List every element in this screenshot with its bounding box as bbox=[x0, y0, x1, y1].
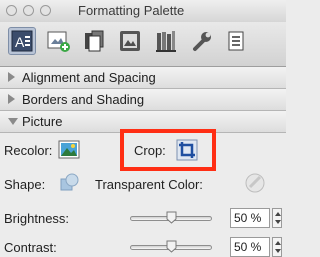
library-icon bbox=[156, 31, 176, 52]
recolor-dropdown[interactable] bbox=[84, 141, 94, 163]
wrench-tab[interactable] bbox=[189, 28, 215, 54]
close-button[interactable] bbox=[6, 5, 17, 16]
section-alignment-spacing[interactable]: Alignment and Spacing bbox=[0, 67, 286, 89]
brightness-stepper[interactable] bbox=[272, 208, 282, 228]
transparent-color-icon bbox=[245, 173, 265, 193]
title-bar: Formatting Palette bbox=[0, 0, 286, 23]
shape-button[interactable] bbox=[58, 172, 80, 194]
shape-icon bbox=[60, 173, 79, 191]
section-label: Borders and Shading bbox=[22, 92, 145, 107]
text-style-icon: A bbox=[11, 30, 33, 52]
library-tab[interactable] bbox=[153, 28, 179, 54]
image-frame-tab[interactable] bbox=[117, 28, 143, 54]
document-pages-tab[interactable] bbox=[81, 28, 107, 54]
minimize-button[interactable] bbox=[23, 5, 34, 16]
recolor-button[interactable] bbox=[58, 139, 80, 161]
disclosure-triangle-icon bbox=[8, 72, 15, 82]
disclosure-triangle-icon bbox=[8, 94, 15, 104]
brightness-label: Brightness: bbox=[4, 211, 70, 226]
transparent-color-label: Transparent Color: bbox=[95, 177, 203, 192]
text-style-tab[interactable]: A bbox=[8, 27, 36, 55]
transparent-color-button[interactable] bbox=[244, 172, 266, 194]
add-object-tab[interactable] bbox=[45, 28, 71, 54]
brightness-value-field[interactable]: 50 % bbox=[230, 208, 270, 228]
add-object-icon bbox=[47, 31, 70, 52]
recolor-label: Recolor: bbox=[4, 143, 53, 158]
recolor-icon bbox=[58, 140, 80, 159]
document-pages-icon bbox=[85, 30, 104, 52]
contrast-stepper[interactable] bbox=[272, 237, 282, 257]
palette-toolbar: A bbox=[0, 22, 286, 67]
wrench-icon bbox=[193, 32, 211, 51]
documents-icon bbox=[228, 31, 244, 51]
window-title: Formatting Palette bbox=[78, 3, 185, 18]
shape-label: Shape: bbox=[4, 177, 46, 192]
crop-highlight-box bbox=[120, 129, 216, 171]
section-borders-shading[interactable]: Borders and Shading bbox=[0, 89, 286, 111]
section-label: Picture bbox=[22, 114, 63, 129]
contrast-value-field[interactable]: 50 % bbox=[230, 237, 270, 257]
svg-text:A: A bbox=[15, 34, 25, 50]
section-label: Alignment and Spacing bbox=[22, 70, 156, 85]
disclosure-triangle-expanded-icon bbox=[8, 118, 18, 125]
contrast-label: Contrast: bbox=[4, 240, 57, 255]
contrast-slider-thumb[interactable] bbox=[166, 240, 177, 253]
documents-tab[interactable] bbox=[225, 28, 251, 54]
zoom-button[interactable] bbox=[40, 5, 51, 16]
image-frame-icon bbox=[120, 31, 140, 51]
brightness-slider-thumb[interactable] bbox=[166, 211, 177, 224]
